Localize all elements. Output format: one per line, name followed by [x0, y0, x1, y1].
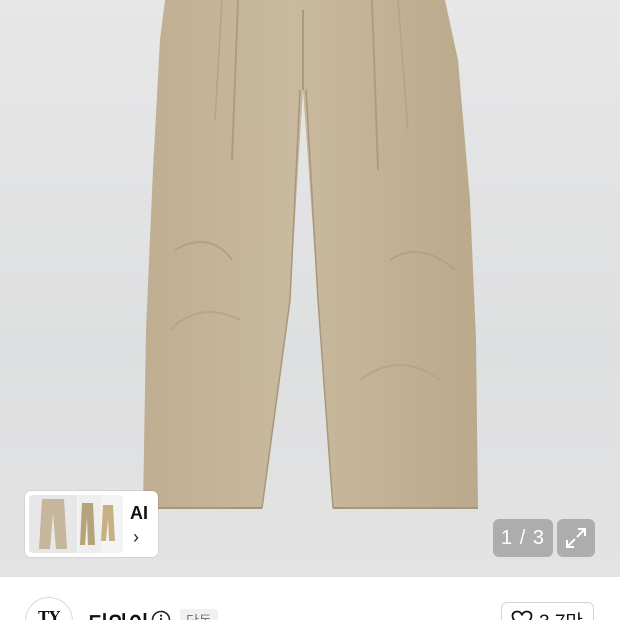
exclusive-badge: 단독 [180, 609, 218, 620]
image-counter: 1 / 3 [493, 519, 553, 557]
brand-bar: TY 티와이 단독 3.7만 [0, 577, 620, 620]
ai-label: AI [130, 503, 148, 523]
expand-icon [566, 528, 586, 548]
product-image-carousel[interactable]: AI › 1 / 3 [0, 0, 620, 577]
brand-name[interactable]: 티와이 [88, 607, 149, 620]
heart-icon [511, 610, 533, 620]
like-button[interactable]: 3.7만 [501, 602, 594, 620]
info-icon[interactable] [151, 610, 171, 620]
thumbnail-images [29, 495, 123, 553]
brand-logo[interactable]: TY [25, 597, 73, 620]
chevron-right-icon: › [133, 527, 139, 547]
brand-logo-text: TY [38, 608, 60, 620]
ai-thumbnail-button[interactable]: AI › [25, 491, 158, 557]
expand-button[interactable] [557, 519, 595, 557]
like-count: 3.7만 [539, 607, 583, 620]
